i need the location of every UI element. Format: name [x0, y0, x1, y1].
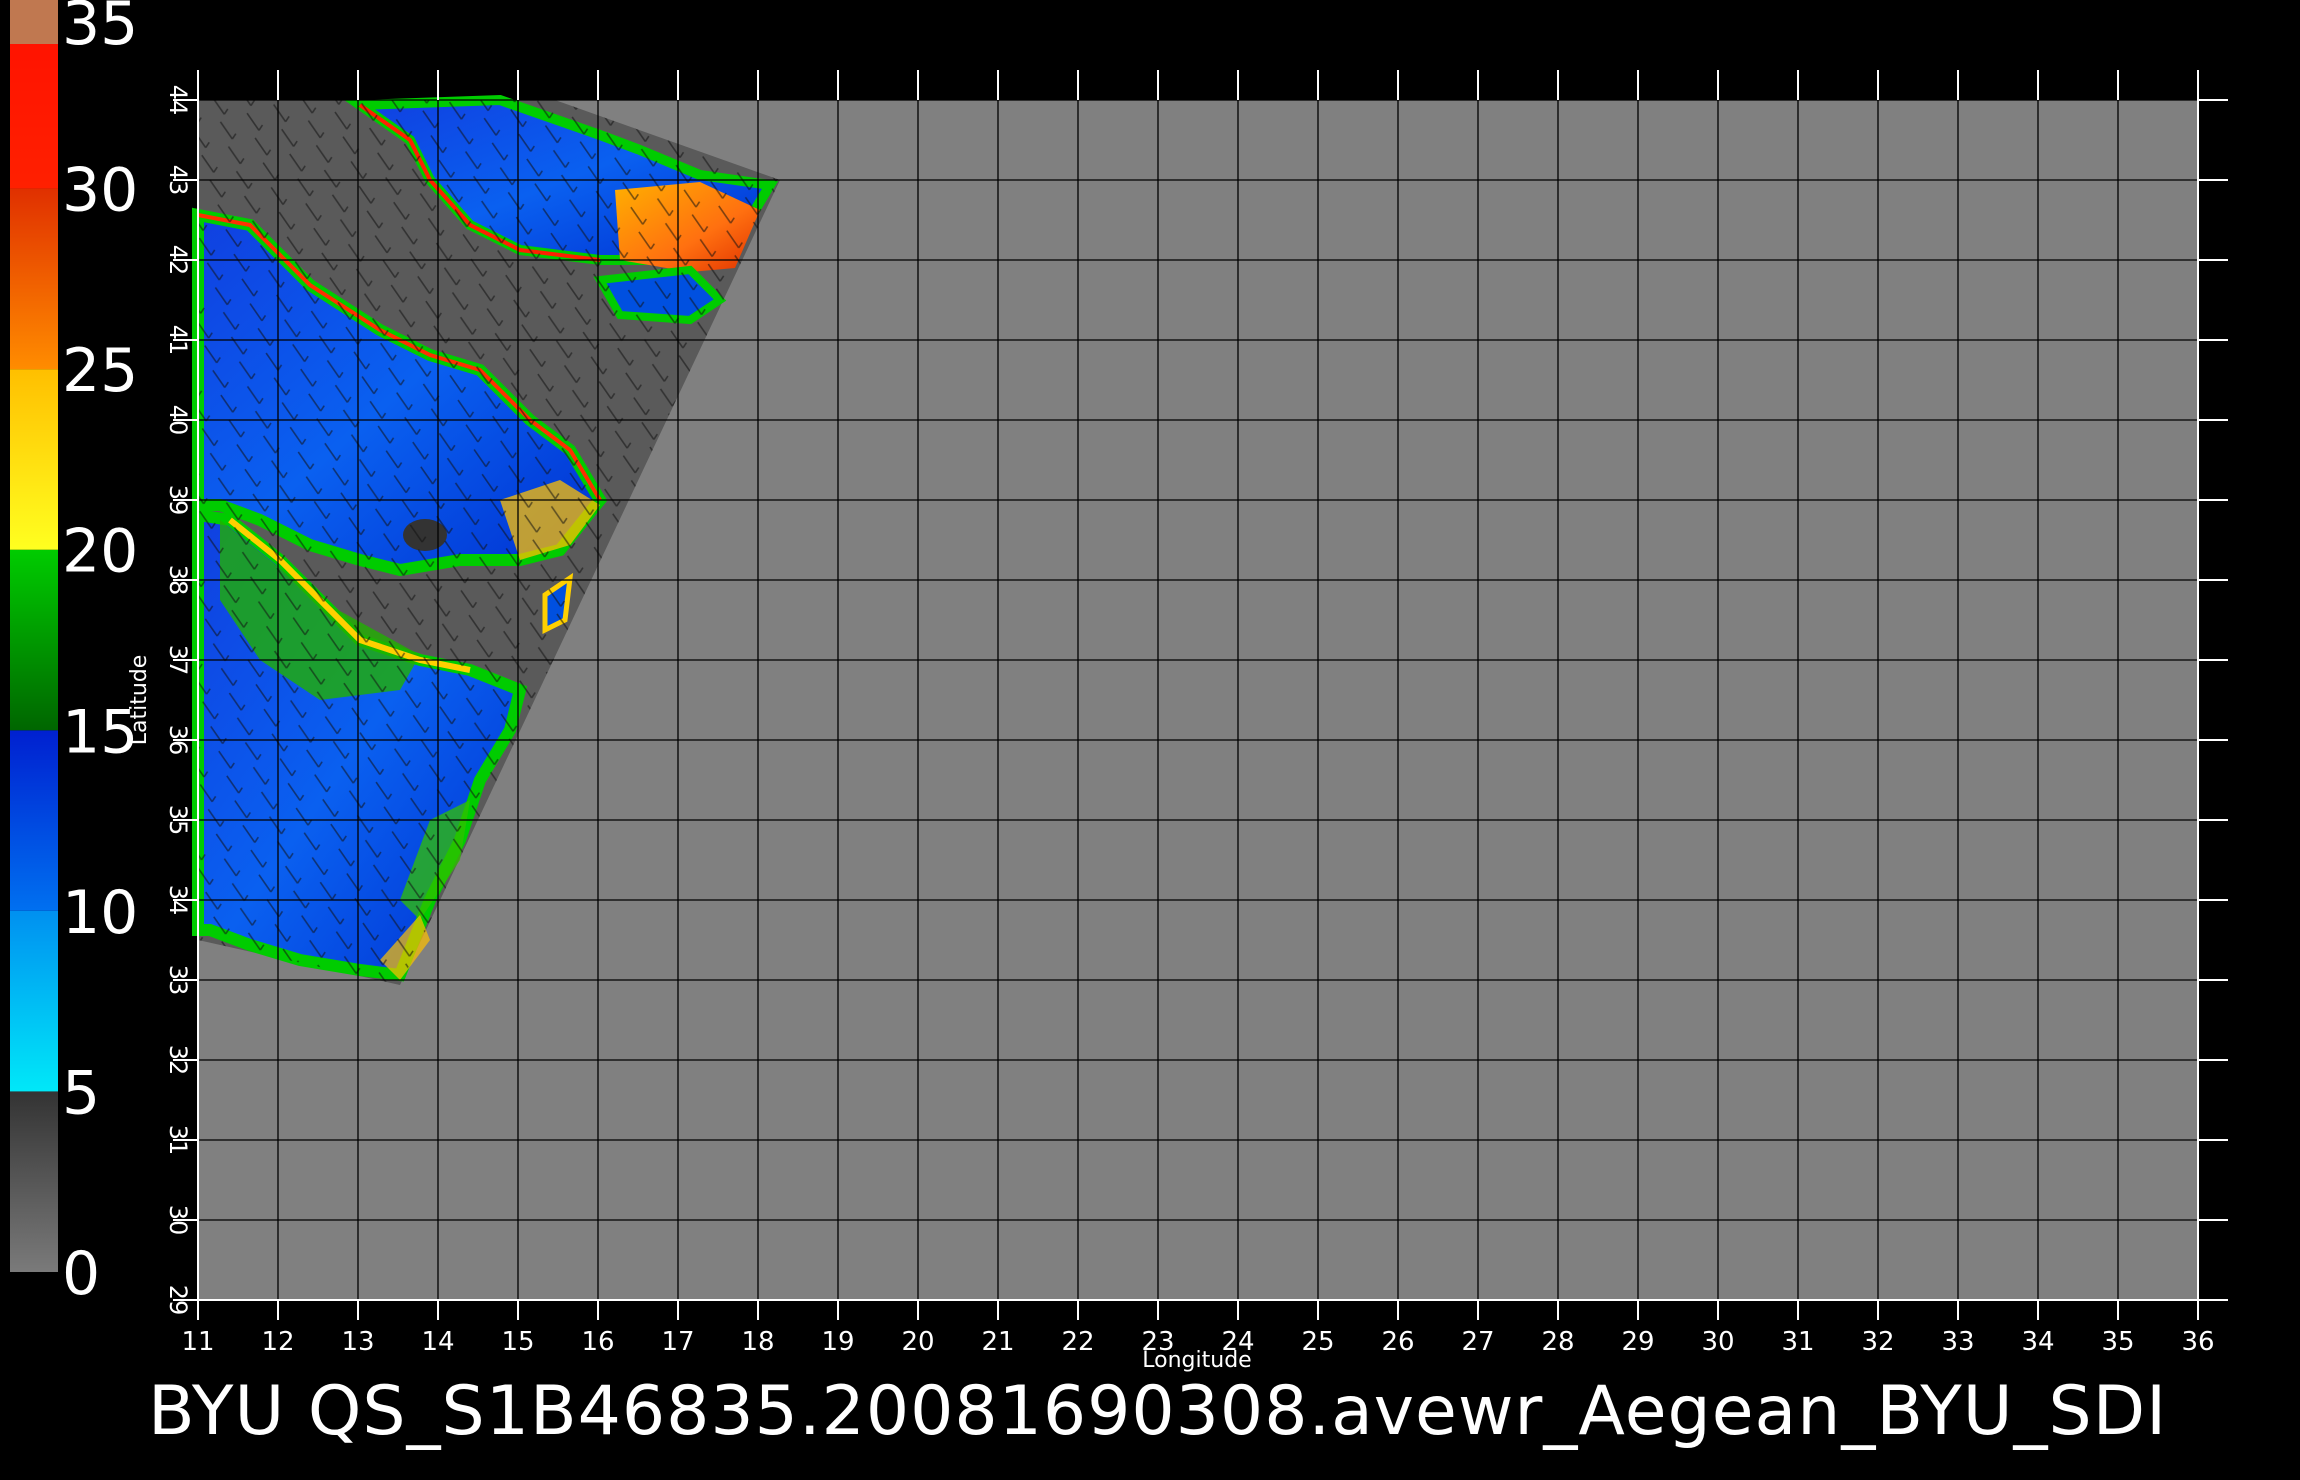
figure-title: BYU QS_S1B46835.20081690308.avewr_Aegean…: [148, 1372, 2168, 1451]
lon-tick-label: 33: [1941, 1327, 1974, 1357]
lat-tick-label: 38: [164, 565, 192, 596]
lat-tick-label: 39: [164, 485, 192, 516]
lon-tick-label: 29: [1621, 1327, 1654, 1357]
lon-tick-label: 35: [2101, 1327, 2134, 1357]
lon-tick-label: 19: [821, 1327, 854, 1357]
lon-tick-label: 12: [261, 1327, 294, 1357]
colorbar-label: 30: [62, 156, 138, 226]
lat-tick-label: 30: [164, 1205, 192, 1236]
lat-tick-label: 32: [164, 1045, 192, 1076]
lon-tick-label: 14: [421, 1327, 454, 1357]
colorbar-segment: [10, 910, 58, 1092]
lat-tick-label: 44: [164, 85, 192, 116]
lon-tick-label: 27: [1461, 1327, 1494, 1357]
lon-tick-label: 30: [1701, 1327, 1734, 1357]
lon-tick-label: 16: [581, 1327, 614, 1357]
colorbar-segment: [10, 188, 58, 370]
lat-tick-label: 29: [164, 1285, 192, 1316]
latitude-tick-labels: 29 30 31 32 33 34 35 36 37 38 39 40 41 42 43 44: [164, 85, 192, 1316]
lon-tick-label: 15: [501, 1327, 534, 1357]
lat-tick-label: 42: [164, 245, 192, 276]
lon-tick-label: 25: [1301, 1327, 1334, 1357]
colorbar-labels: 05101520253035: [62, 0, 138, 1309]
lat-tick-label: 31: [164, 1125, 192, 1156]
colorbar-label: 5: [62, 1058, 100, 1128]
lon-tick-label: 17: [661, 1327, 694, 1357]
colorbar-segment: [10, 369, 58, 550]
wind-map-figure: 05101520253035 11 12 13 14 15 16 17 18 19 20 21 22 2…: [10, 0, 2228, 1373]
colorbar-label: 10: [62, 878, 138, 948]
lon-tick-label: 21: [981, 1327, 1014, 1357]
colorbar-label: 35: [62, 0, 138, 59]
colorbar-label: 20: [62, 517, 138, 587]
lat-tick-label: 35: [164, 805, 192, 836]
lat-tick-label: 34: [164, 885, 192, 916]
lat-tick-label: 37: [164, 645, 192, 676]
y-axis-label: Latitude: [127, 655, 152, 746]
colorbar: [10, 0, 58, 1272]
lon-tick-label: 26: [1381, 1327, 1414, 1357]
lon-tick-label: 28: [1541, 1327, 1574, 1357]
lat-tick-label: 41: [164, 325, 192, 356]
colorbar-segment: [10, 549, 58, 731]
lon-tick-label: 34: [2021, 1327, 2054, 1357]
lon-tick-label: 32: [1861, 1327, 1894, 1357]
lat-tick-label: 36: [164, 725, 192, 756]
lon-tick-label: 36: [2181, 1327, 2214, 1357]
x-axis-label: Longitude: [1142, 1348, 1251, 1373]
colorbar-segment: [10, 1091, 58, 1272]
lat-tick-label: 40: [164, 405, 192, 436]
lon-tick-label: 22: [1061, 1327, 1094, 1357]
lon-tick-label: 13: [341, 1327, 374, 1357]
lon-tick-label: 31: [1781, 1327, 1814, 1357]
lat-tick-label: 33: [164, 965, 192, 996]
colorbar-label: 25: [62, 336, 138, 406]
lon-tick-label: 11: [181, 1327, 214, 1357]
colorbar-label: 0: [62, 1239, 100, 1309]
lat-tick-label: 43: [164, 165, 192, 196]
lon-tick-label: 18: [741, 1327, 774, 1357]
lon-tick-label: 20: [901, 1327, 934, 1357]
colorbar-cap: [10, 0, 58, 44]
colorbar-segment: [10, 730, 58, 911]
